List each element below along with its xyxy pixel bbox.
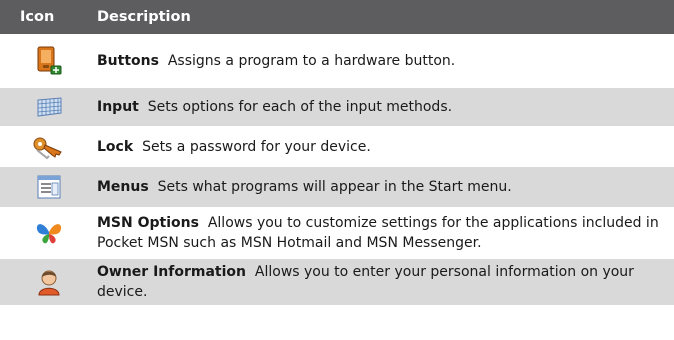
- msn-butterfly-icon: [0, 220, 97, 246]
- row-title: Lock: [97, 138, 134, 155]
- table-header: Icon Description: [0, 0, 674, 34]
- table-row: Lock Sets a password for your device.: [0, 127, 674, 167]
- owner-person-icon: [0, 267, 97, 297]
- row-text: Menus Sets what programs will appear in …: [97, 177, 674, 197]
- row-text: Input Sets options for each of the input…: [97, 97, 674, 117]
- menus-icon: [0, 173, 97, 201]
- row-title: Owner Information: [97, 264, 246, 280]
- row-description: Sets what programs will appear in the St…: [157, 179, 512, 195]
- row-title: Menus: [97, 179, 149, 195]
- row-title: MSN Options: [97, 215, 199, 231]
- buttons-icon: [0, 45, 97, 77]
- row-text: MSN Options Allows you to customize sett…: [97, 213, 674, 253]
- row-description: Sets a password for your device.: [142, 138, 371, 155]
- header-icon-col: Icon: [20, 9, 55, 25]
- table-row: Menus Sets what programs will appear in …: [0, 167, 674, 208]
- table-row: Buttons Assigns a program to a hardware …: [0, 34, 674, 88]
- row-description: Sets options for each of the input metho…: [147, 99, 453, 115]
- row-description: Assigns a program to a hardware button.: [167, 52, 456, 69]
- header-description-col: Description: [97, 9, 191, 25]
- table-row: MSN Options Allows you to customize sett…: [0, 208, 674, 259]
- row-text: Buttons Assigns a program to a hardware …: [97, 51, 674, 71]
- settings-icon-table: Icon Description Buttons Assigns a progr…: [0, 0, 674, 306]
- lock-keys-icon: [0, 134, 97, 160]
- row-title: Buttons: [97, 52, 159, 69]
- table-row: Input Sets options for each of the input…: [0, 88, 674, 127]
- row-text: Owner Information Allows you to enter yo…: [97, 262, 674, 302]
- row-text: Lock Sets a password for your device.: [97, 137, 674, 157]
- input-keyboard-icon: [0, 96, 97, 118]
- row-title: Input: [97, 99, 139, 115]
- table-row: Owner Information Allows you to enter yo…: [0, 259, 674, 306]
